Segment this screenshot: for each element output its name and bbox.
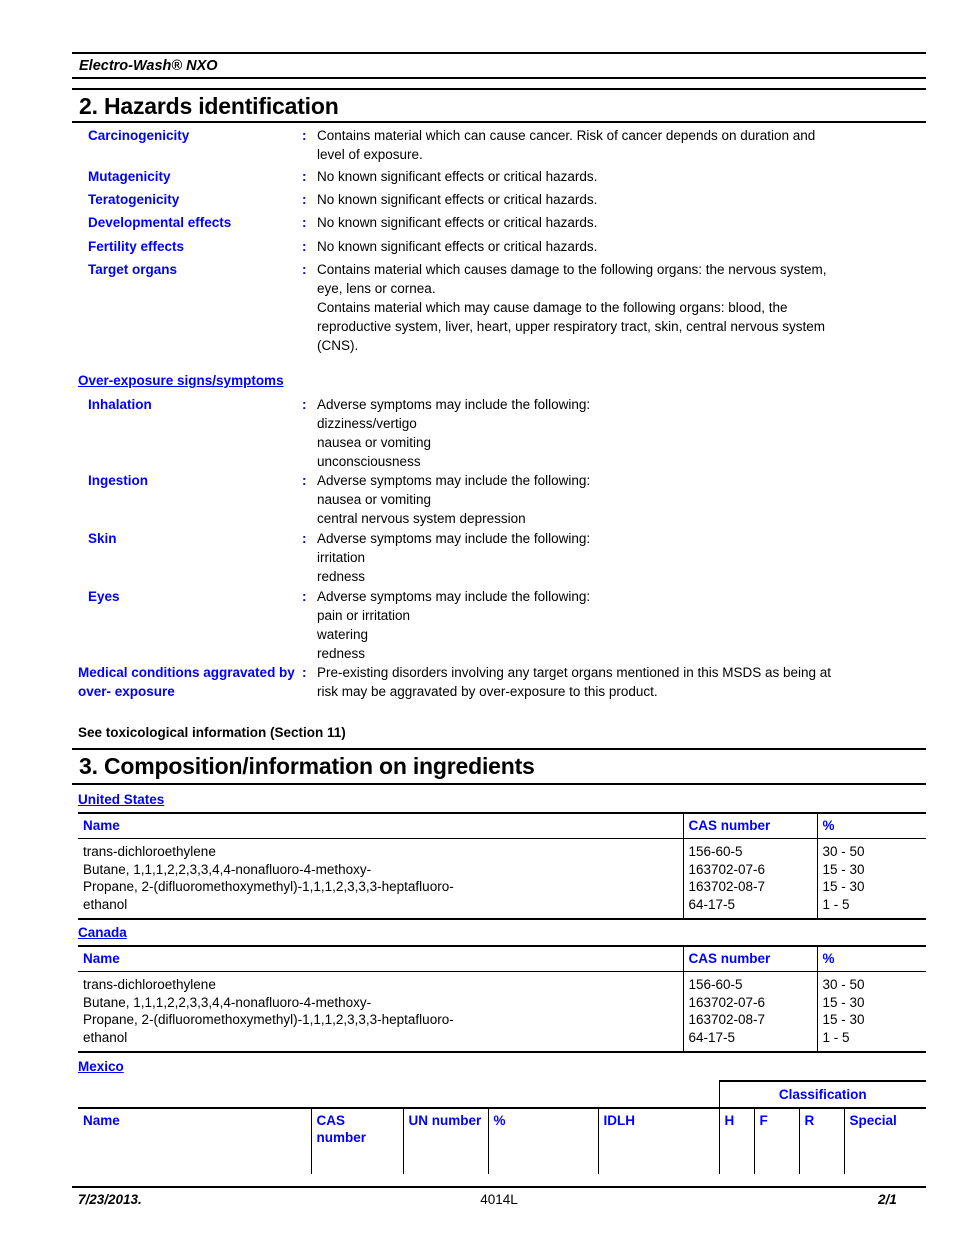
hazard-colon: : bbox=[302, 239, 307, 254]
spacer-cell bbox=[403, 1081, 488, 1108]
united-states-heading: United States bbox=[78, 792, 165, 807]
hazard-label: Fertility effects bbox=[88, 239, 185, 254]
spacer-cell bbox=[311, 1081, 403, 1108]
table-header-row: Name CAS number % bbox=[78, 945, 926, 972]
overexposure-label: Eyes bbox=[88, 589, 120, 604]
column-header-name: Name bbox=[78, 945, 683, 972]
table-row: trans-dichloroethylene Butane, 1,1,1,2,2… bbox=[78, 971, 926, 1053]
cas-numbers-cell: 156-60-5 163702-07-6 163702-08-7 64-17-5 bbox=[682, 971, 817, 1053]
page-footer: 7/23/2013. 4014L 2/1 bbox=[72, 1190, 926, 1214]
overexposure-colon: : bbox=[302, 397, 307, 412]
medical-conditions-value: Pre-existing disorders involving any tar… bbox=[317, 665, 832, 699]
overexposure-value: Adverse symptoms may include the followi… bbox=[317, 397, 591, 469]
msds-page: Electro-Wash® NXO 2. Hazards identificat… bbox=[72, 0, 927, 1235]
cas-numbers-cell: 156-60-5 163702-07-6 163702-08-7 64-17-5 bbox=[682, 838, 817, 920]
document-running-header: Electro-Wash® NXO bbox=[72, 52, 926, 79]
percents-cell: 30 - 50 15 - 30 15 - 30 1 - 5 bbox=[816, 971, 926, 1053]
ingredient-names-cell: trans-dichloroethylene Butane, 1,1,1,2,2… bbox=[78, 838, 683, 920]
overexposure-colon: : bbox=[302, 473, 307, 488]
column-header-percent: % bbox=[487, 1107, 598, 1174]
footer-page-number: 2/1 bbox=[878, 1192, 897, 1207]
section-3-title: 3. Composition/information on ingredient… bbox=[79, 753, 535, 779]
hazard-value: No known significant effects or critical… bbox=[317, 192, 598, 207]
column-header-cas-number: CAS number bbox=[682, 812, 817, 839]
overexposure-label: Skin bbox=[88, 531, 117, 546]
product-name: Electro-Wash® NXO bbox=[79, 58, 218, 74]
hazard-value: No known significant effects or critical… bbox=[317, 239, 598, 254]
footer-separator bbox=[72, 1186, 926, 1188]
footer-product-code: 4014L bbox=[480, 1192, 518, 1207]
section-2-title-bar: 2. Hazards identification bbox=[72, 88, 926, 123]
united-states-composition-table: Name CAS number % trans-dichloroethylene… bbox=[78, 812, 926, 920]
canada-heading: Canada bbox=[78, 925, 127, 940]
table-header-row: Name CAS number UN number % IDLH H F R S… bbox=[78, 1107, 927, 1174]
classification-group-header: Classification bbox=[718, 1080, 927, 1108]
spacer-cell bbox=[488, 1081, 598, 1108]
medical-conditions-colon: : bbox=[302, 665, 307, 680]
column-header-f: F bbox=[753, 1107, 799, 1174]
table-row: trans-dichloroethylene Butane, 1,1,1,2,2… bbox=[78, 838, 926, 920]
overexposure-value: Adverse symptoms may include the followi… bbox=[317, 473, 591, 526]
overexposure-value: Adverse symptoms may include the followi… bbox=[317, 531, 591, 584]
column-header-cas-number: CAS number bbox=[310, 1107, 403, 1174]
hazard-label: Target organs bbox=[88, 262, 178, 277]
hazard-colon: : bbox=[302, 262, 307, 277]
mexico-heading: Mexico bbox=[78, 1059, 124, 1074]
overexposure-label: Inhalation bbox=[88, 397, 152, 412]
hazard-colon: : bbox=[302, 192, 307, 207]
column-header-percent: % bbox=[816, 812, 926, 839]
column-header-percent: % bbox=[816, 945, 926, 972]
overexposure-colon: : bbox=[302, 531, 307, 546]
spacer-cell bbox=[598, 1081, 719, 1108]
column-header-cas-number: CAS number bbox=[682, 945, 817, 972]
table-header-row: Name CAS number % bbox=[78, 812, 926, 839]
mexico-composition-table: Classification Name CAS number UN number… bbox=[78, 1080, 927, 1174]
hazard-colon: : bbox=[302, 215, 307, 230]
hazard-label: Teratogenicity bbox=[88, 192, 180, 207]
percents-cell: 30 - 50 15 - 30 15 - 30 1 - 5 bbox=[816, 838, 926, 920]
spacer-cell bbox=[78, 1081, 311, 1108]
column-header-special: Special bbox=[843, 1107, 927, 1174]
column-header-r: R bbox=[798, 1107, 844, 1174]
medical-conditions-label: Medical conditions aggravated by over- e… bbox=[78, 665, 295, 699]
section-3-title-bar: 3. Composition/information on ingredient… bbox=[72, 748, 926, 785]
hazard-colon: : bbox=[302, 169, 307, 184]
ingredient-names-cell: trans-dichloroethylene Butane, 1,1,1,2,2… bbox=[78, 971, 683, 1053]
canada-composition-table: Name CAS number % trans-dichloroethylene… bbox=[78, 945, 926, 1053]
column-header-name: Name bbox=[78, 1107, 311, 1174]
hazard-label: Mutagenicity bbox=[88, 169, 171, 184]
hazard-colon: : bbox=[302, 128, 307, 143]
section-2-title: 2. Hazards identification bbox=[79, 93, 339, 119]
column-header-un-number: UN number bbox=[402, 1107, 488, 1174]
column-header-name: Name bbox=[78, 812, 683, 839]
hazard-value: No known significant effects or critical… bbox=[317, 215, 598, 230]
column-header-idlh: IDLH bbox=[597, 1107, 719, 1174]
hazard-label: Developmental effects bbox=[88, 215, 232, 230]
hazard-value: Contains material which can cause cancer… bbox=[317, 128, 816, 162]
hazard-label: Carcinogenicity bbox=[88, 128, 190, 143]
overexposure-label: Ingestion bbox=[88, 473, 148, 488]
column-header-h: H bbox=[718, 1107, 754, 1174]
overexposure-value: Adverse symptoms may include the followi… bbox=[317, 589, 591, 661]
see-toxicological-information: See toxicological information (Section 1… bbox=[78, 725, 346, 740]
hazard-value: Contains material which causes damage to… bbox=[317, 262, 827, 353]
overexposure-colon: : bbox=[302, 589, 307, 604]
over-exposure-heading: Over-exposure signs/symptoms bbox=[78, 373, 284, 388]
hazard-value: No known significant effects or critical… bbox=[317, 169, 598, 184]
classification-group-row: Classification bbox=[78, 1080, 927, 1108]
